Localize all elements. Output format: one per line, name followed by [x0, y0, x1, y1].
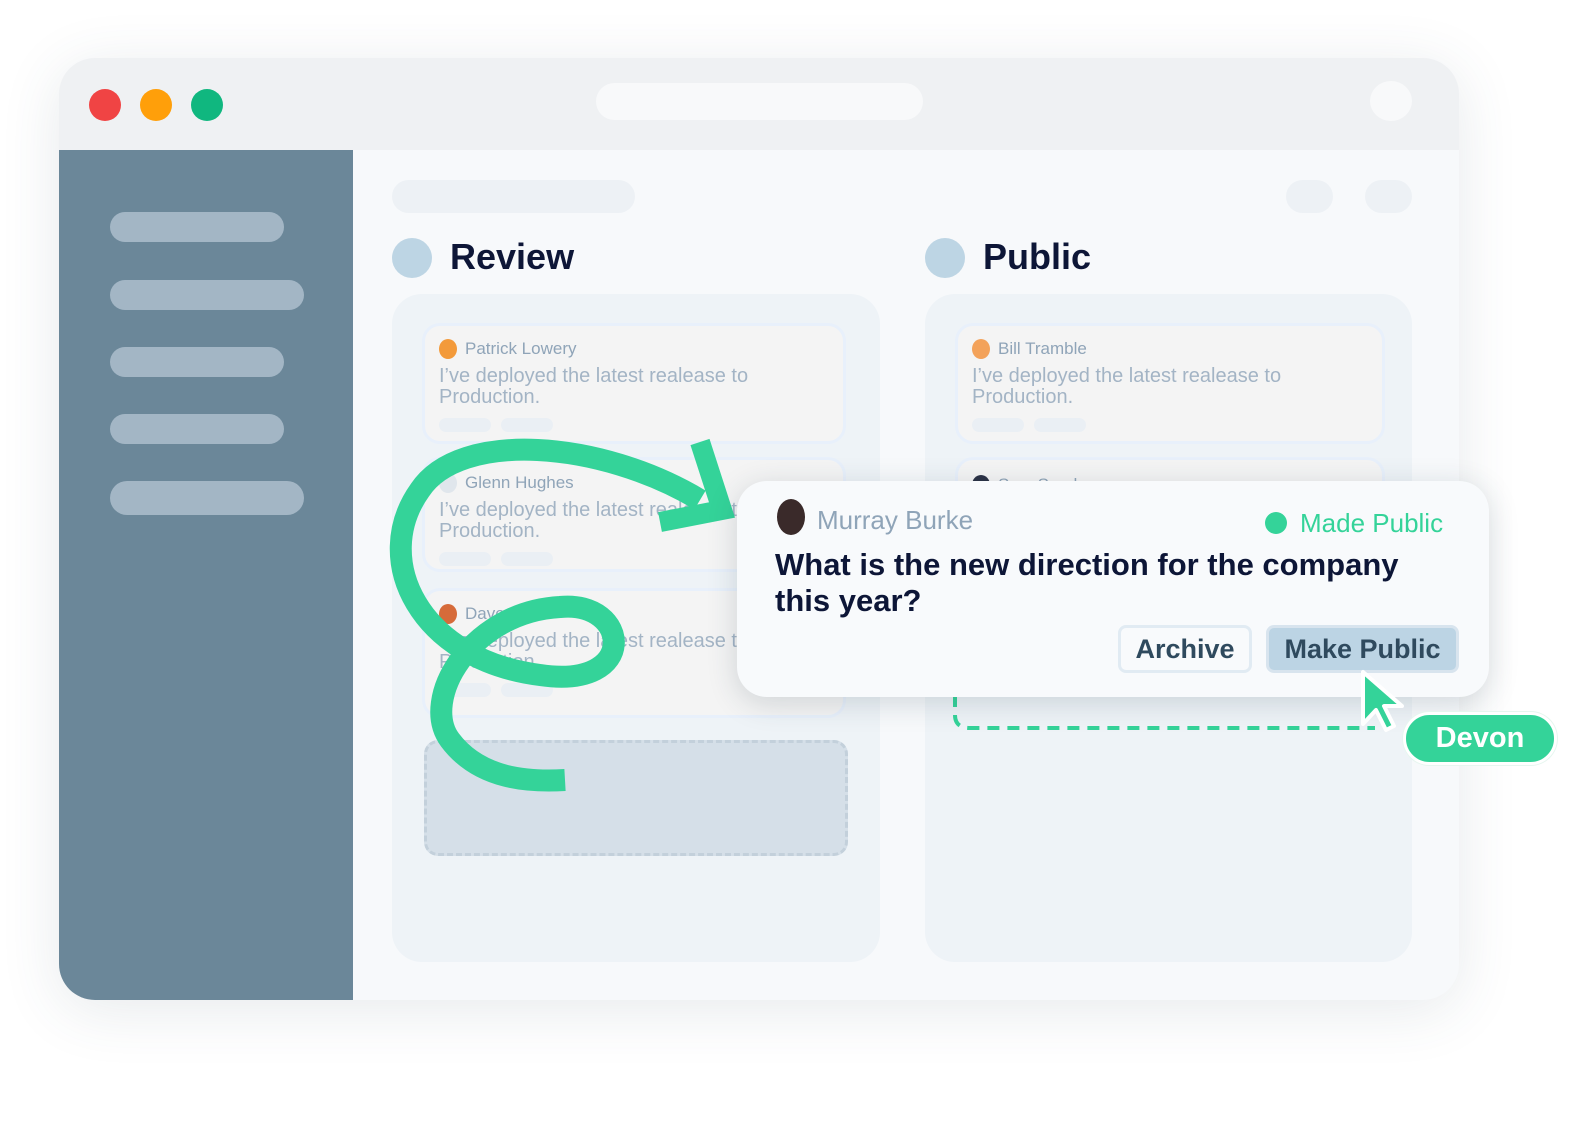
- card-message: I’ve deployed the latest realease to Pro…: [972, 365, 1282, 408]
- toolbar-button[interactable]: [1370, 81, 1412, 121]
- review-status-dot: [392, 238, 432, 278]
- card-author: Bill Tramble: [998, 339, 1087, 358]
- close-window-button[interactable]: [89, 89, 121, 121]
- cursor-user-label: Devon: [1403, 712, 1557, 765]
- card[interactable]: Patrick Lowery I’ve deployed the latest …: [422, 323, 846, 444]
- sidebar-item[interactable]: [110, 212, 284, 242]
- title-bar: [59, 58, 1459, 150]
- sidebar-item[interactable]: [110, 347, 284, 377]
- avatar: [439, 473, 457, 493]
- card[interactable]: Bill Tramble I’ve deployed the latest re…: [955, 323, 1385, 444]
- cursor-icon: [1361, 670, 1404, 732]
- make-public-button[interactable]: Make Public: [1266, 625, 1459, 673]
- sidebar-item[interactable]: [110, 414, 284, 444]
- drop-placeholder[interactable]: [424, 740, 848, 856]
- sidebar: [59, 150, 353, 1000]
- public-status-dot: [925, 238, 965, 278]
- popup-question: What is the new direction for the compan…: [775, 547, 1399, 618]
- header-button[interactable]: [1286, 180, 1333, 213]
- avatar: [972, 339, 990, 359]
- drag-path: [953, 695, 1375, 730]
- header-button[interactable]: [1365, 180, 1412, 213]
- avatar: [439, 604, 457, 624]
- status-dot: [1265, 512, 1287, 534]
- card-author: Dave Tri: [465, 604, 529, 623]
- archive-button[interactable]: Archive: [1118, 625, 1252, 673]
- maximize-window-button[interactable]: [191, 89, 223, 121]
- card-author: Patrick Lowery: [465, 339, 577, 358]
- sidebar-item[interactable]: [110, 280, 304, 310]
- popup-author: Murray Burke: [817, 505, 974, 535]
- minimize-window-button[interactable]: [140, 89, 172, 121]
- status-badge: Made Public: [1300, 508, 1444, 538]
- avatar: [777, 499, 805, 535]
- search-placeholder[interactable]: [392, 180, 635, 213]
- sidebar-item[interactable]: [110, 481, 304, 515]
- card-author: Glenn Hughes: [465, 473, 574, 492]
- card-message: I’ve deployed the latest realease to Pro…: [439, 365, 749, 408]
- column-title-review: Review: [450, 236, 575, 277]
- question-popup: Murray Burke Made Public What is the new…: [737, 481, 1489, 697]
- avatar: [439, 339, 457, 359]
- address-bar[interactable]: [596, 83, 923, 120]
- column-title-public: Public: [983, 236, 1092, 277]
